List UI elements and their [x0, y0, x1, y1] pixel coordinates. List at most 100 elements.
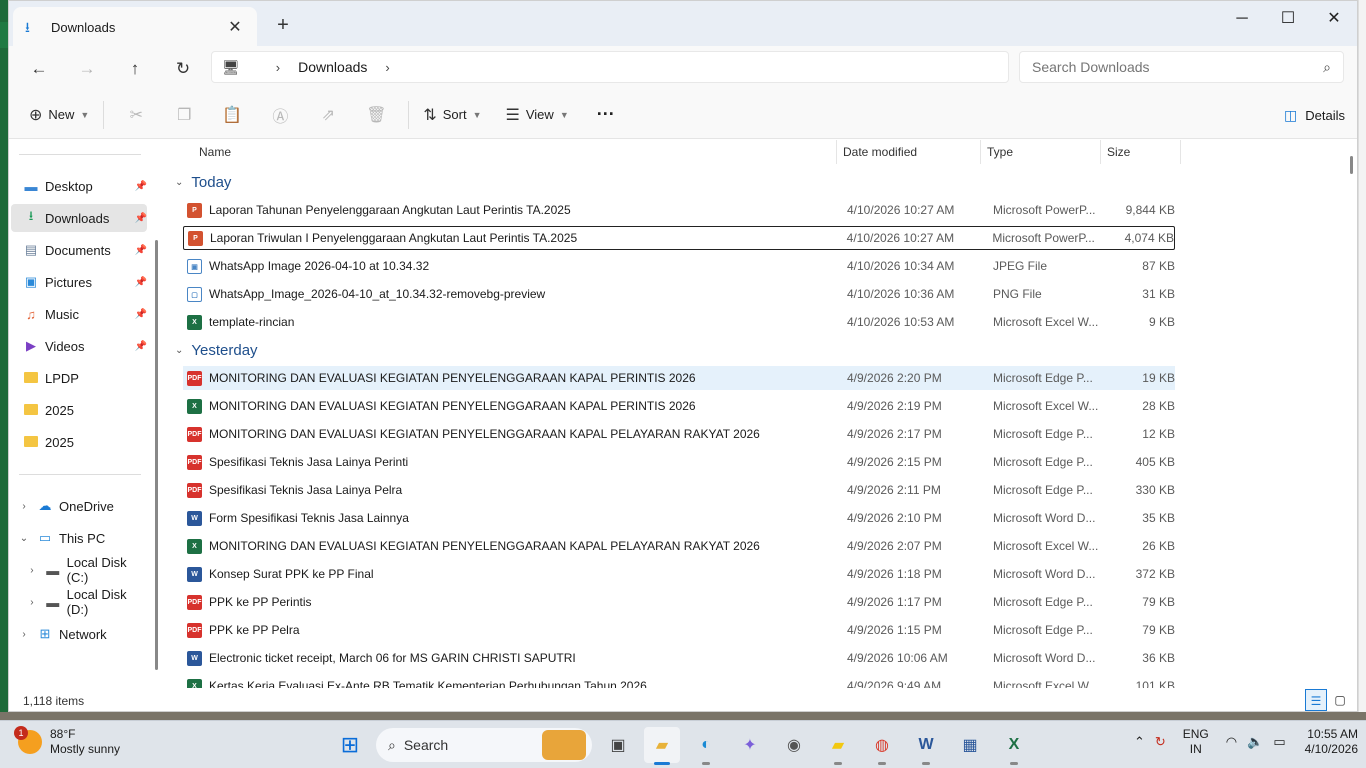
- word-icon[interactable]: W: [908, 727, 944, 765]
- close-window-button[interactable]: ✕: [1311, 7, 1357, 31]
- file-row[interactable]: PDF MONITORING DAN EVALUASI KEGIATAN PENY…: [183, 422, 1175, 446]
- up-button[interactable]: ↑: [115, 53, 155, 85]
- file-explorer-icon[interactable]: ▰: [644, 727, 680, 765]
- sort-button[interactable]: ⇅ Sort ▼: [417, 99, 487, 131]
- sticky-notes-icon[interactable]: ▰: [820, 727, 856, 765]
- file-row[interactable]: PDF PPK ke PP Perintis 4/9/2026 1:17 PM Mic…: [183, 590, 1175, 614]
- file-row[interactable]: P Laporan Triwulan I Penyelenggaraan Angk…: [183, 226, 1175, 250]
- delete-icon[interactable]: 🗑: [352, 105, 400, 125]
- view-button[interactable]: ☰ View ▼: [500, 99, 575, 131]
- share-icon[interactable]: ⇗: [304, 105, 352, 125]
- file-row[interactable]: X Kertas Kerja Evaluasi Ex-Ante RB Temati…: [183, 674, 1175, 688]
- battery-icon[interactable]: ▭: [1273, 734, 1285, 750]
- file-row[interactable]: PDF PPK ke PP Pelra 4/9/2026 1:15 PM Micros…: [183, 618, 1175, 642]
- chevron-down-icon[interactable]: ⌄: [17, 533, 31, 544]
- sidebar-item-music[interactable]: ♫ Music 📌: [23, 300, 147, 328]
- column-header-date[interactable]: Date modified: [837, 140, 981, 164]
- file-row[interactable]: P Laporan Tahunan Penyelenggaraan Angkuta…: [183, 198, 1175, 222]
- language-indicator[interactable]: ENG IN: [1183, 727, 1209, 757]
- tiles-view-icon[interactable]: ▢: [1329, 689, 1351, 711]
- sidebar-item-documents[interactable]: ▤ Documents 📌: [23, 236, 147, 264]
- edge-icon[interactable]: ◐: [688, 727, 724, 765]
- clock[interactable]: 10:55 AM 4/10/2026: [1305, 727, 1358, 757]
- start-button[interactable]: ⊞: [332, 727, 368, 763]
- new-tab-button[interactable]: +: [271, 15, 295, 35]
- maximize-button[interactable]: ☐: [1265, 7, 1311, 31]
- column-header-type[interactable]: Type: [981, 140, 1101, 164]
- wifi-icon[interactable]: ◠: [1226, 734, 1237, 750]
- sidebar-item-pictures[interactable]: ▣ Pictures 📌: [23, 268, 147, 296]
- breadcrumb-downloads[interactable]: Downloads: [298, 59, 367, 75]
- sidebar-item-this-pc[interactable]: ⌄ ▭ This PC: [17, 524, 147, 552]
- cloud-icon: ☁: [38, 498, 52, 513]
- chevron-right-icon[interactable]: ›: [17, 501, 31, 512]
- column-header-size[interactable]: Size: [1101, 140, 1181, 164]
- file-row[interactable]: ▢ WhatsApp_Image_2026-04-10_at_10.34.32-r…: [183, 282, 1175, 306]
- rename-icon[interactable]: Ⓐ: [256, 103, 304, 127]
- file-list-scrollbar[interactable]: [1345, 140, 1357, 688]
- new-button[interactable]: ⊕ New ▼: [23, 99, 95, 131]
- file-row[interactable]: X MONITORING DAN EVALUASI KEGIATAN PENYEL…: [183, 394, 1175, 418]
- sidebar-item-desktop[interactable]: ▬ Desktop 📌: [23, 172, 148, 200]
- column-header-name[interactable]: Name: [189, 140, 837, 164]
- file-row[interactable]: W Electronic ticket receipt, March 06 for…: [183, 646, 1175, 670]
- more-options-button[interactable]: ···: [591, 99, 621, 131]
- computer-icon[interactable]: 🖥: [222, 59, 240, 76]
- copilot-icon[interactable]: ✦: [732, 727, 768, 763]
- task-view-icon[interactable]: ▣: [600, 727, 636, 763]
- sidebar-item-lpdp[interactable]: LPDP: [23, 364, 147, 392]
- minimize-button[interactable]: ─: [1219, 7, 1265, 31]
- file-row[interactable]: PDF Spesifikasi Teknis Jasa Lainya Perint…: [183, 450, 1175, 474]
- chevron-right-icon[interactable]: ›: [17, 629, 31, 640]
- details-view-icon[interactable]: ☰: [1305, 689, 1327, 711]
- file-row[interactable]: PDF Spesifikasi Teknis Jasa Lainya Pelra 4…: [183, 478, 1175, 502]
- close-tab-icon[interactable]: ✕: [225, 17, 245, 37]
- file-row[interactable]: W Form Spesifikasi Teknis Jasa Lainnya 4/9…: [183, 506, 1175, 530]
- cut-icon[interactable]: ✂: [112, 105, 160, 125]
- file-row[interactable]: W Konsep Surat PPK ke PP Final 4/9/2026 1:…: [183, 562, 1175, 586]
- tab-downloads[interactable]: ⭳ Downloads ✕: [13, 7, 257, 47]
- file-row[interactable]: ▣ WhatsApp Image 2026-04-10 at 10.34.32 4/…: [183, 254, 1175, 278]
- file-row[interactable]: Xtemplate-rincian 4/10/2026 10:53 AM Micro…: [183, 310, 1175, 334]
- sidebar-scrollbar[interactable]: [155, 240, 158, 670]
- sidebar-item-2025-second[interactable]: 2025: [23, 428, 147, 456]
- sidebar-item-videos[interactable]: ▶ Videos 📌: [23, 332, 147, 360]
- sidebar-item-2025[interactable]: 2025: [23, 396, 147, 424]
- search-icon[interactable]: ⌕: [1323, 59, 1331, 76]
- taskbar-search[interactable]: ⌕ Search: [376, 728, 592, 762]
- forward-button[interactable]: →: [67, 53, 107, 85]
- search-box[interactable]: ⌕: [1019, 51, 1344, 83]
- refresh-button[interactable]: ↻: [163, 53, 203, 85]
- sync-icon[interactable]: ↻: [1155, 734, 1166, 750]
- chevron-down-icon[interactable]: ⌄: [175, 177, 183, 188]
- weather-widget[interactable]: 1 88°F Mostly sunny: [14, 726, 120, 757]
- file-row[interactable]: PDF MONITORING DAN EVALUASI KEGIATAN PENY…: [183, 366, 1175, 390]
- chevron-right-icon[interactable]: ›: [25, 565, 39, 576]
- sidebar-item-local-disk-d[interactable]: › ▬ Local Disk (D:): [25, 587, 151, 617]
- scrollbar-thumb[interactable]: [1350, 156, 1353, 174]
- breadcrumb-chevron-icon[interactable]: ›: [385, 60, 389, 75]
- address-bar[interactable]: 🖥 › Downloads ›: [211, 51, 1009, 83]
- breadcrumb-chevron-icon[interactable]: ›: [276, 60, 280, 75]
- group-header[interactable]: ⌄ Today: [175, 170, 231, 194]
- sidebar-item-network[interactable]: › ⊞ Network: [17, 620, 147, 648]
- search-input[interactable]: [1032, 59, 1302, 75]
- weather-temperature: 88°F: [50, 727, 76, 741]
- sidebar-item-local-disk-c[interactable]: › ▬ Local Disk (C:): [25, 555, 151, 585]
- file-row[interactable]: X MONITORING DAN EVALUASI KEGIATAN PENYEL…: [183, 534, 1175, 558]
- excel-icon[interactable]: X: [996, 727, 1032, 765]
- chevron-right-icon[interactable]: ›: [25, 597, 39, 608]
- chrome-icon[interactable]: ◍: [864, 727, 900, 765]
- details-pane-button[interactable]: ◫ Details: [1284, 99, 1345, 131]
- group-header[interactable]: ⌄ Yesterday: [175, 338, 258, 362]
- chevron-up-icon[interactable]: ⌃: [1134, 734, 1145, 750]
- copy-icon[interactable]: ❐: [160, 105, 208, 125]
- back-button[interactable]: ←: [19, 53, 59, 85]
- sidebar-item-onedrive[interactable]: › ☁ OneDrive: [17, 492, 147, 520]
- volume-icon[interactable]: 🔈: [1247, 734, 1263, 750]
- camera-icon[interactable]: ◉: [776, 727, 812, 763]
- paste-icon[interactable]: 📋: [208, 105, 256, 125]
- sidebar-item-downloads[interactable]: ⭳ Downloads 📌: [11, 204, 147, 232]
- calculator-icon[interactable]: ▦: [952, 727, 988, 763]
- chevron-down-icon[interactable]: ⌄: [175, 345, 183, 356]
